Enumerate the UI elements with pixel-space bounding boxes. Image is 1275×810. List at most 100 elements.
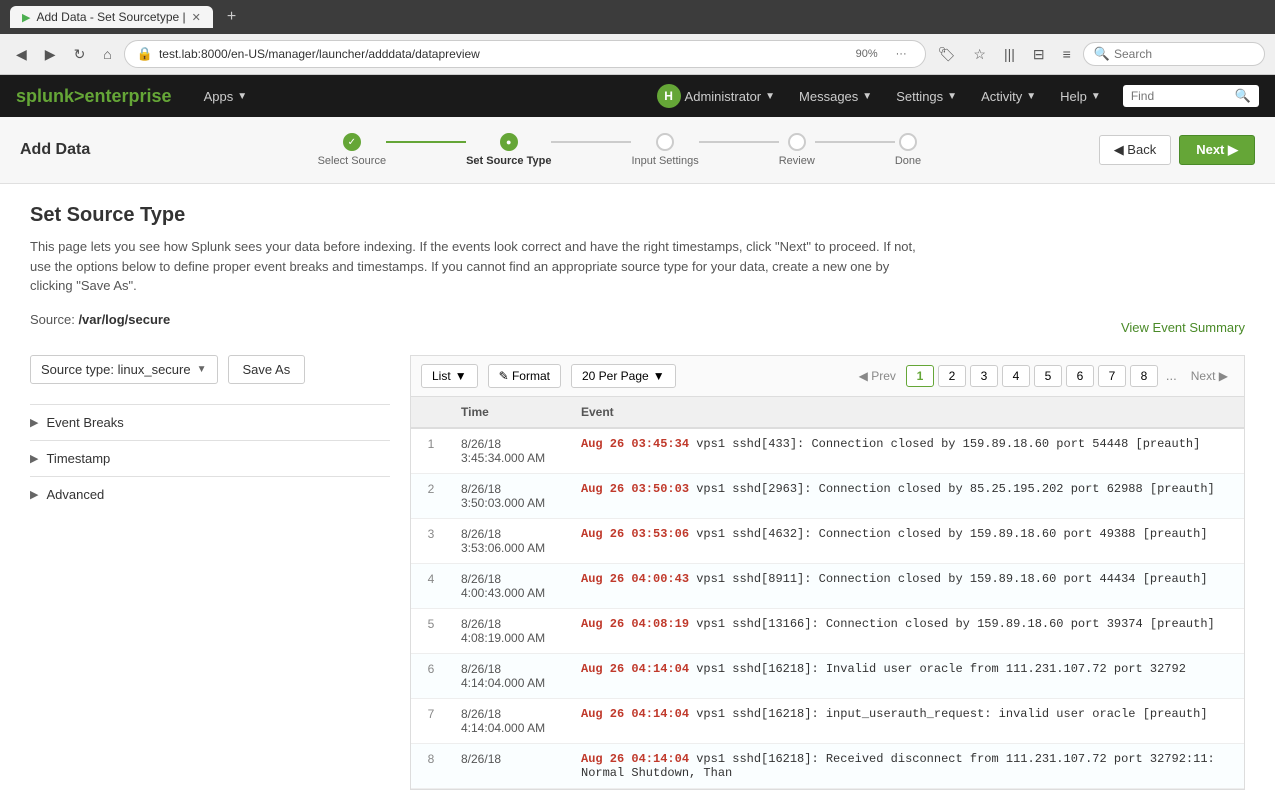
format-label: ✎ Format	[499, 369, 550, 383]
settings-caret: ▼	[947, 91, 957, 102]
step-connector-1	[386, 141, 466, 143]
prev-page-button[interactable]: ◀ Prev	[853, 366, 902, 386]
event-cell: Aug 26 04:14:04 vps1 sshd[16218]: Receiv…	[571, 743, 1244, 788]
logo-suffix: enterprise	[85, 86, 172, 106]
view-event-summary-link[interactable]: View Event Summary	[1121, 320, 1245, 335]
back-wizard-button[interactable]: ◀ Back	[1099, 135, 1172, 165]
step-input-settings: Input Settings	[631, 133, 698, 167]
url-input[interactable]	[159, 47, 844, 61]
step-dot-2: ●	[506, 137, 511, 147]
wizard-header: Add Data ✓ Select Source ● Set Source Ty…	[0, 117, 1275, 184]
find-input[interactable]	[1131, 89, 1231, 103]
step-label-5: Done	[895, 155, 921, 167]
admin-caret: ▼	[765, 91, 775, 102]
step-select-source: ✓ Select Source	[318, 133, 386, 167]
event-rest: vps1 sshd[2963]: Connection closed by 85…	[689, 482, 1215, 496]
event-rest: vps1 sshd[8911]: Connection closed by 15…	[689, 572, 1207, 586]
nav-activity[interactable]: Activity ▼	[969, 75, 1048, 117]
library-button[interactable]: |||	[998, 43, 1021, 65]
table-row: 6 8/26/184:14:04.000 AM Aug 26 04:14:04 …	[411, 653, 1244, 698]
page-button-5[interactable]: 5	[1034, 365, 1062, 387]
nav-messages[interactable]: Messages ▼	[787, 75, 884, 117]
browser-chrome: ▶ Add Data - Set Sourcetype | ✕ +	[0, 0, 1275, 34]
next-page-button[interactable]: Next ▶	[1185, 366, 1234, 386]
next-wizard-button[interactable]: Next ▶	[1179, 135, 1255, 165]
accordion-advanced: ▶ Advanced	[30, 476, 390, 512]
pagination: ◀ Prev 1 2 3 4 5 6 7 8 ... Next ▶	[853, 365, 1234, 387]
step-circle-5	[899, 133, 917, 151]
tab-close-button[interactable]: ✕	[192, 11, 201, 24]
save-as-button[interactable]: Save As	[228, 355, 306, 384]
event-timestamp: Aug 26 04:14:04	[581, 662, 689, 676]
nav-help[interactable]: Help ▼	[1048, 75, 1113, 117]
more-button[interactable]: ···	[890, 45, 913, 63]
format-button[interactable]: ✎ Format	[488, 364, 561, 388]
perpage-button[interactable]: 20 Per Page ▼	[571, 364, 676, 388]
table-row: 7 8/26/184:14:04.000 AM Aug 26 04:14:04 …	[411, 698, 1244, 743]
bookmark-button[interactable]: ☆	[967, 43, 992, 66]
table-row: 8 8/26/18 Aug 26 04:14:04 vps1 sshd[1621…	[411, 743, 1244, 788]
event-rest: vps1 sshd[16218]: input_userauth_request…	[689, 707, 1207, 721]
list-caret: ▼	[455, 369, 467, 383]
row-num: 8	[411, 743, 451, 788]
chevron-advanced: ▶	[30, 488, 38, 501]
table-row: 2 8/26/183:50:03.000 AM Aug 26 03:50:03 …	[411, 473, 1244, 518]
search-icon: 🔍	[1094, 46, 1110, 62]
find-box[interactable]: 🔍	[1123, 85, 1259, 107]
page-button-6[interactable]: 6	[1066, 365, 1094, 387]
time-cell: 8/26/184:08:19.000 AM	[451, 608, 571, 653]
browser-tab[interactable]: ▶ Add Data - Set Sourcetype | ✕	[10, 6, 213, 28]
perpage-label: 20 Per Page	[582, 369, 649, 383]
chevron-timestamp: ▶	[30, 452, 38, 465]
refresh-button[interactable]: ↻	[68, 43, 92, 66]
page-button-7[interactable]: 7	[1098, 365, 1126, 387]
accordion-header-timestamp[interactable]: ▶ Timestamp	[30, 441, 390, 476]
nav-apps[interactable]: Apps ▼	[192, 75, 260, 117]
page-button-3[interactable]: 3	[970, 365, 998, 387]
accordion-header-advanced[interactable]: ▶ Advanced	[30, 477, 390, 512]
apps-caret: ▼	[237, 91, 247, 102]
content-layout: Source type: linux_secure ▼ Save As ▶ Ev…	[30, 355, 1245, 790]
page-ellipsis: ...	[1162, 368, 1181, 383]
step-label-2: Set Source Type	[466, 155, 551, 167]
page-button-2[interactable]: 2	[938, 365, 966, 387]
page-button-4[interactable]: 4	[1002, 365, 1030, 387]
page-content: Set Source Type This page lets you see h…	[0, 184, 1275, 810]
event-timestamp: Aug 26 04:00:43	[581, 572, 689, 586]
nav-administrator[interactable]: H Administrator ▼	[645, 75, 787, 117]
step-review: Review	[779, 133, 815, 167]
step-checkmark-1: ✓	[348, 137, 356, 148]
pocket-button[interactable]: 🏷	[932, 43, 962, 66]
forward-button[interactable]: ▶	[39, 43, 62, 66]
reader-button[interactable]: ⊟	[1027, 43, 1051, 66]
user-avatar: H	[657, 84, 681, 108]
browser-search-input[interactable]	[1114, 47, 1254, 61]
row-num: 3	[411, 518, 451, 563]
page-button-8[interactable]: 8	[1130, 365, 1158, 387]
home-button[interactable]: ⌂	[97, 43, 117, 65]
nav-settings[interactable]: Settings ▼	[884, 75, 969, 117]
sourcetype-row: Source type: linux_secure ▼ Save As	[30, 355, 390, 384]
accordion-header-event-breaks[interactable]: ▶ Event Breaks	[30, 405, 390, 440]
step-done: Done	[895, 133, 921, 167]
back-button[interactable]: ◀	[10, 43, 33, 66]
source-path: Source: /var/log/secure	[30, 312, 170, 327]
tab-favicon: ▶	[22, 11, 30, 24]
menu-button[interactable]: ≡	[1057, 43, 1077, 65]
page-button-1[interactable]: 1	[906, 365, 934, 387]
wizard-title: Add Data	[20, 141, 140, 159]
new-tab-button[interactable]: +	[221, 6, 242, 28]
messages-caret: ▼	[862, 91, 872, 102]
address-bar[interactable]: 🔒 90% ···	[124, 40, 926, 68]
event-timestamp: Aug 26 04:14:04	[581, 752, 689, 766]
sourcetype-dropdown[interactable]: Source type: linux_secure ▼	[30, 355, 218, 384]
list-button[interactable]: List ▼	[421, 364, 478, 388]
col-num	[411, 397, 451, 428]
page-description: This page lets you see how Splunk sees y…	[30, 237, 930, 296]
accordion-label-timestamp: Timestamp	[46, 451, 110, 466]
find-icon: 🔍	[1235, 88, 1251, 104]
sourcetype-caret: ▼	[197, 364, 207, 375]
step-connector-2	[551, 141, 631, 143]
step-connector-4	[815, 141, 895, 143]
browser-search-bar[interactable]: 🔍	[1083, 42, 1265, 66]
